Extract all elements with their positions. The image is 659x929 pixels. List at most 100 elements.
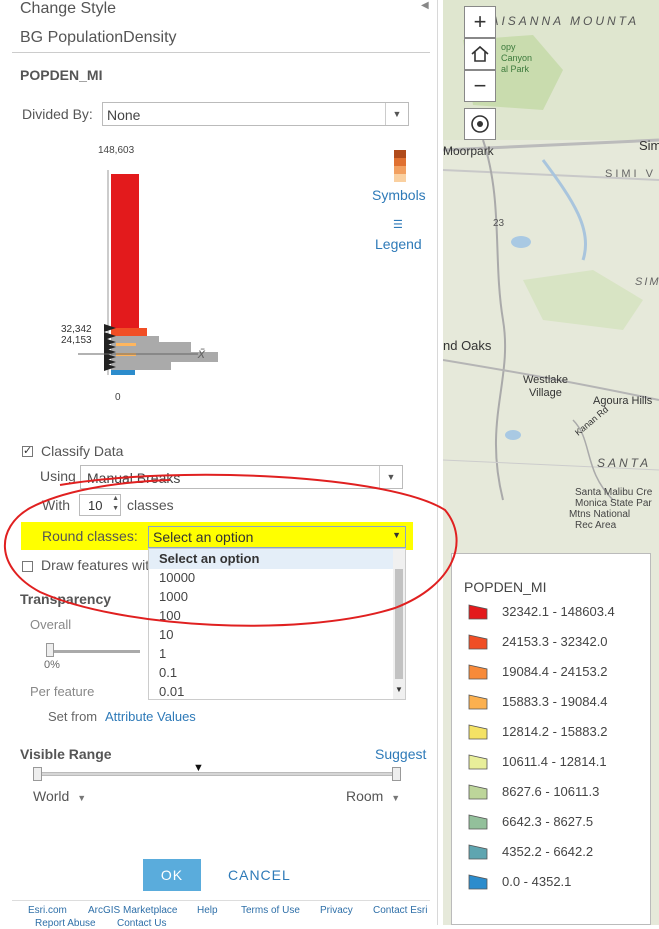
classify-checkbox[interactable]: ✓ xyxy=(22,445,33,457)
home-icon xyxy=(471,45,489,62)
legend-title: POPDEN_MI xyxy=(464,579,547,595)
overall-slider-track[interactable] xyxy=(48,650,140,653)
legend-range-label: 0.0 - 4352.1 xyxy=(502,874,572,889)
classify-label: Classify Data xyxy=(41,443,124,459)
range-min-select[interactable]: World ▼ xyxy=(33,788,86,804)
change-style-panel: Change Style ◀ BG PopulationDensity POPD… xyxy=(0,0,438,929)
locate-button[interactable] xyxy=(464,108,496,140)
legend-swatch xyxy=(468,724,488,740)
footer-link-marketplace[interactable]: ArcGIS Marketplace xyxy=(88,905,177,916)
map-label-route: 23 xyxy=(493,218,505,229)
zoom-in-button[interactable]: + xyxy=(464,6,496,38)
legend-link[interactable]: Legend xyxy=(375,236,422,252)
draw-features-checkbox[interactable] xyxy=(22,561,33,572)
dropdown-scroll-thumb[interactable] xyxy=(395,569,403,679)
dropdown-option[interactable]: Select an option xyxy=(159,551,259,566)
map-label-smm3: Mtns National xyxy=(569,509,631,520)
class-count-value: 10 xyxy=(88,498,103,513)
round-classes-select[interactable]: Select an option ▼ xyxy=(148,526,406,548)
map-label-santa: SANTA xyxy=(597,456,652,470)
color-ramp-icon[interactable] xyxy=(394,150,406,182)
footer-link-contact-esri[interactable]: Contact Esri xyxy=(373,905,427,916)
chevron-down-icon: ▼ xyxy=(392,530,401,540)
hist-max-label: 148,603 xyxy=(98,145,135,156)
using-label: Using xyxy=(40,468,76,484)
field-name: POPDEN_MI xyxy=(20,67,103,83)
dropdown-option[interactable]: 0.1 xyxy=(159,665,177,680)
scroll-down-icon[interactable]: ▼ xyxy=(395,685,403,694)
dropdown-option[interactable]: 1 xyxy=(159,646,166,661)
legend-range-label: 32342.1 - 148603.4 xyxy=(502,604,615,619)
suggest-link[interactable]: Suggest xyxy=(375,746,426,762)
footer-link-terms[interactable]: Terms of Use xyxy=(241,905,300,916)
dropdown-scrollbar[interactable]: ▼ xyxy=(393,549,405,699)
round-classes-label: Round classes: xyxy=(42,528,138,544)
layer-name: BG PopulationDensity xyxy=(20,29,177,46)
legend-swatch xyxy=(468,664,488,680)
using-select[interactable]: Manual Breaks ▼ xyxy=(80,465,403,489)
footer-link-report-abuse[interactable]: Report Abuse xyxy=(35,918,96,929)
hist-label-1: 32,342 xyxy=(61,324,92,335)
legend-list-icon[interactable]: ☰ xyxy=(393,218,403,231)
map-label-mountains: TAISANNA MOUNTA xyxy=(481,14,640,28)
legend-range-label: 4352.2 - 6642.2 xyxy=(502,844,594,859)
dropdown-option[interactable]: 10 xyxy=(159,627,173,642)
hist-label-2: 24,153 xyxy=(61,335,92,346)
map-label-simi-hills: SIM xyxy=(635,276,659,288)
map-label-smm4: Rec Area xyxy=(575,520,617,531)
dropdown-option[interactable]: 1000 xyxy=(159,589,188,604)
range-max-value: Room xyxy=(346,788,384,804)
chevron-down-icon: ▼ xyxy=(391,793,401,803)
chevron-down-icon: ▼ xyxy=(77,793,87,803)
home-button[interactable] xyxy=(464,38,496,70)
mean-symbol: x̄ xyxy=(198,345,205,361)
footer-link-help[interactable]: Help xyxy=(197,905,218,916)
map-label-moorpark: Moorpark xyxy=(443,144,494,158)
legend-range-label: 6642.3 - 8627.5 xyxy=(502,814,594,829)
locate-icon xyxy=(471,115,489,133)
ok-button[interactable]: OK xyxy=(143,859,201,891)
collapse-icon[interactable]: ◀ xyxy=(421,0,429,11)
symbols-link[interactable]: Symbols xyxy=(372,187,426,203)
footer-link-privacy[interactable]: Privacy xyxy=(320,905,353,916)
attribute-values-link[interactable]: Attribute Values xyxy=(105,709,196,724)
overall-percent: 0% xyxy=(44,659,60,671)
dropdown-option[interactable]: 100 xyxy=(159,608,181,623)
using-value: Manual Breaks xyxy=(87,470,181,486)
range-max-select[interactable]: Room ▼ xyxy=(346,788,400,804)
cancel-button[interactable]: CANCEL xyxy=(228,867,291,883)
round-classes-value: Select an option xyxy=(153,529,254,545)
zoom-out-button[interactable]: − xyxy=(464,70,496,102)
map-view[interactable]: TAISANNA MOUNTA opy Canyon al Park Moorp… xyxy=(443,0,659,925)
transparency-label: Transparency xyxy=(20,591,112,607)
dropdown-option[interactable]: 10000 xyxy=(159,570,195,585)
legend-range-label: 24153.3 - 32342.0 xyxy=(502,634,608,649)
hist-min-label: 0 xyxy=(115,392,121,403)
footer-link-contact-us[interactable]: Contact Us xyxy=(117,918,166,929)
map-label-westlake: Westlake xyxy=(523,374,569,386)
stepper-up-icon[interactable]: ▲ xyxy=(112,495,119,502)
stepper-down-icon[interactable]: ▼ xyxy=(112,505,119,512)
legend-range-label: 19084.4 - 24153.2 xyxy=(502,664,608,679)
plus-icon: + xyxy=(473,9,487,34)
legend-swatch xyxy=(468,814,488,830)
map-label-westlake-village: Village xyxy=(529,387,562,399)
legend-range-label: 15883.3 - 19084.4 xyxy=(502,694,608,709)
classes-label: classes xyxy=(127,497,174,513)
visible-range-label: Visible Range xyxy=(20,746,112,762)
range-max-thumb[interactable] xyxy=(392,767,401,781)
map-label-smm1: Santa Malibu Cre xyxy=(575,487,653,498)
class-count-stepper[interactable]: 10 ▲ ▼ xyxy=(79,494,121,516)
overall-slider-thumb[interactable] xyxy=(46,643,54,657)
legend-range-label: 8627.6 - 10611.3 xyxy=(502,784,600,799)
range-min-thumb[interactable] xyxy=(33,767,42,781)
visible-range-track[interactable] xyxy=(38,772,400,776)
round-classes-dropdown[interactable]: Select an option 10000 1000 100 10 1 0.1 0.01 ▼ xyxy=(148,548,406,700)
map-label-thousand-oaks: nd Oaks xyxy=(443,338,492,353)
histogram[interactable] xyxy=(58,160,218,390)
dropdown-option[interactable]: 0.01 xyxy=(159,684,184,699)
divided-by-select[interactable]: None ▼ xyxy=(102,102,409,126)
legend-range-label: 10611.4 - 12814.1 xyxy=(502,754,607,769)
footer-link-esri[interactable]: Esri.com xyxy=(28,905,67,916)
legend-swatch xyxy=(468,844,488,860)
